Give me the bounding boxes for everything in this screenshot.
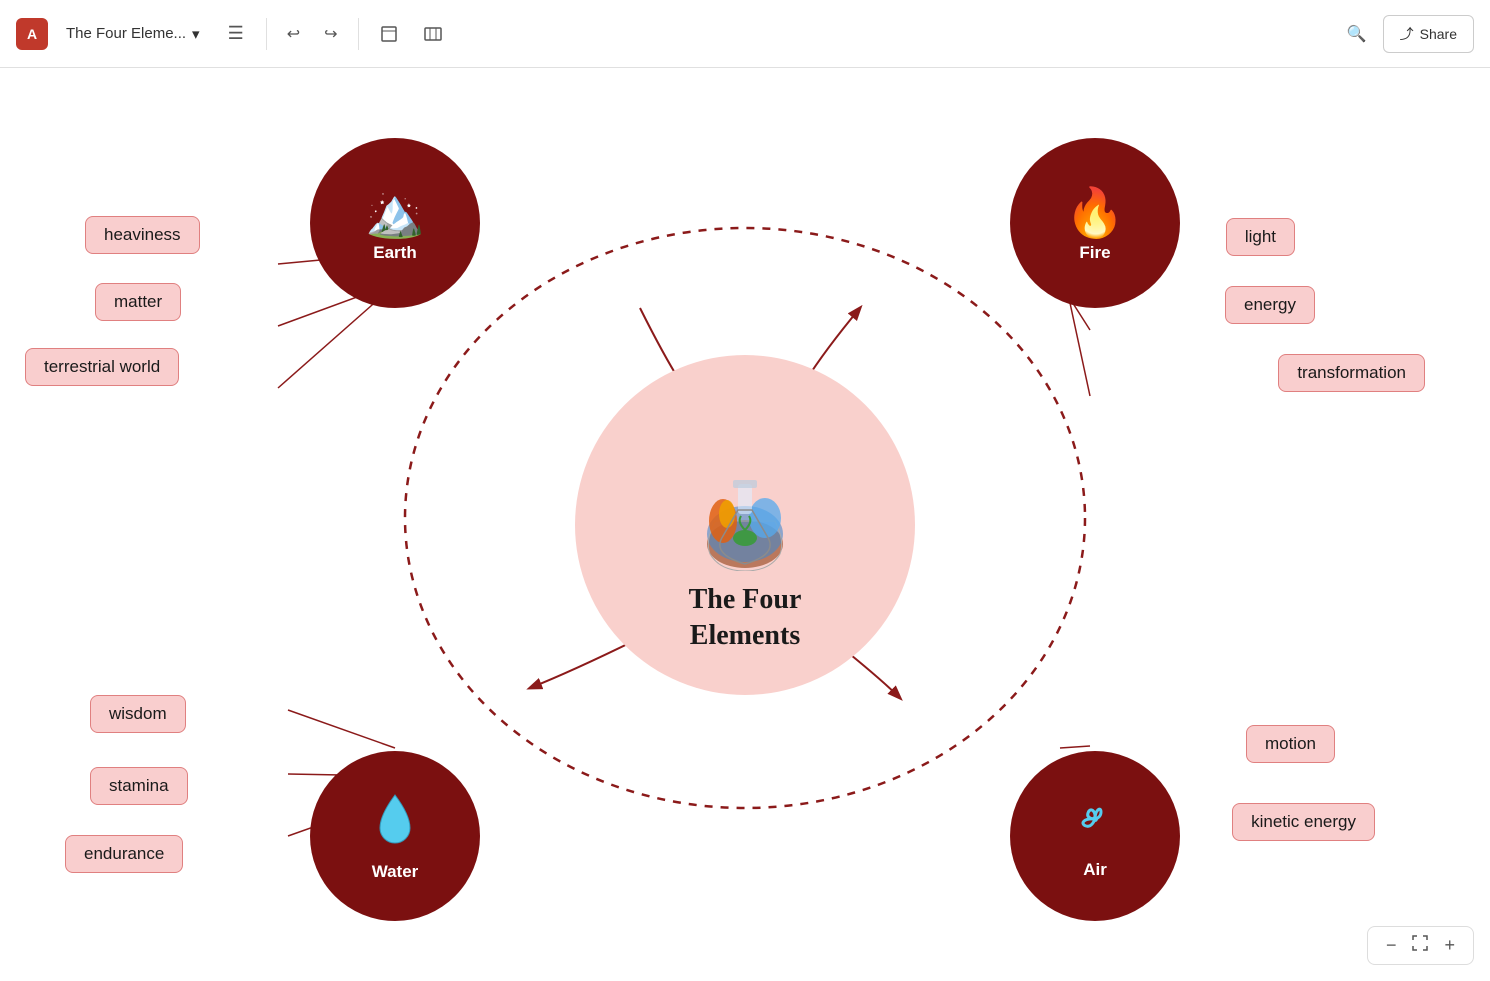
toolbar-divider: [266, 18, 267, 50]
center-title: The Four Elements: [689, 582, 802, 655]
air-circle: Air: [1010, 751, 1180, 921]
earth-tag-heaviness: heaviness: [85, 216, 200, 254]
water-icon: [370, 790, 420, 860]
undo-button[interactable]: ↩: [279, 18, 308, 50]
embed-button[interactable]: [415, 18, 451, 50]
title-text: The Four Eleme...: [66, 25, 186, 42]
water-tag-wisdom: wisdom: [90, 695, 186, 733]
earth-label: Earth: [373, 243, 416, 263]
earth-tag-matter: matter: [95, 283, 181, 321]
toolbar-divider2: [358, 18, 359, 50]
zoom-in-button[interactable]: +: [1438, 933, 1461, 958]
share-button[interactable]: ⤴ Share: [1383, 15, 1474, 53]
toolbar-right: 🔍 ⤴ Share: [1339, 15, 1474, 53]
fire-tag-transformation: transformation: [1278, 354, 1425, 392]
share-label: Share: [1420, 26, 1457, 42]
zoom-bar: − +: [1367, 926, 1474, 965]
chevron-down-icon: ▾: [192, 25, 200, 43]
fire-tag-light: light: [1226, 218, 1295, 256]
menu-button[interactable]: ☰: [218, 17, 254, 50]
earth-icon: 🏔️: [365, 184, 425, 241]
fire-tag-energy: energy: [1225, 286, 1315, 324]
fire-icon: 🔥: [1065, 184, 1125, 241]
search-button[interactable]: 🔍: [1339, 18, 1375, 50]
redo-button[interactable]: ↪: [316, 18, 345, 50]
earth-circle: 🏔️ Earth: [310, 138, 480, 308]
air-icon: [1068, 792, 1122, 858]
toolbar: A The Four Eleme... ▾ ☰ ↩ ↪ 🔍 ⤴ Share: [0, 0, 1490, 68]
canvas: The Four Elements 🏔️ Earth 🔥 Fire Water: [0, 68, 1490, 981]
water-tag-endurance: endurance: [65, 835, 183, 873]
search-icon: 🔍: [1347, 24, 1367, 44]
frame-button[interactable]: [371, 18, 407, 50]
earth-tag-terrestrial: terrestrial world: [25, 348, 179, 386]
fit-icon: [1410, 933, 1430, 958]
air-tag-kinetic: kinetic energy: [1232, 803, 1375, 841]
air-tag-motion: motion: [1246, 725, 1335, 763]
water-tag-stamina: stamina: [90, 767, 188, 805]
fire-label: Fire: [1079, 243, 1110, 263]
center-flask-icon: [690, 464, 800, 574]
frame-icon: [379, 24, 399, 44]
embed-icon: [423, 24, 443, 44]
fire-circle: 🔥 Fire: [1010, 138, 1180, 308]
title-button[interactable]: The Four Eleme... ▾: [56, 19, 210, 49]
water-circle: Water: [310, 751, 480, 921]
zoom-out-button[interactable]: −: [1380, 933, 1403, 958]
app-icon: A: [16, 18, 48, 50]
share-icon: ⤴: [1400, 24, 1414, 44]
air-label: Air: [1083, 860, 1107, 880]
center-circle: The Four Elements: [575, 355, 915, 695]
water-label: Water: [372, 862, 419, 882]
